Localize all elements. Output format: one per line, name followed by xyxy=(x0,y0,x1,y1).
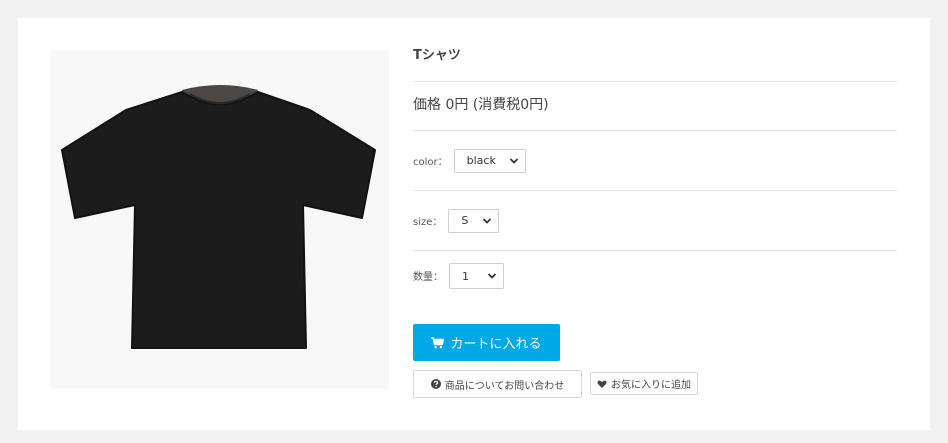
favorite-label: お気に入りに追加 xyxy=(611,380,691,391)
inquiry-label: 商品についてお問い合わせ xyxy=(444,380,565,392)
product-card: Tシャツ 価格 0円 (消費税0円) color： black size： S xyxy=(18,18,930,430)
cart-icon xyxy=(431,336,445,348)
size-select[interactable]: S xyxy=(448,208,500,233)
size-selected-value: S xyxy=(461,214,469,227)
quantity-label: 数量： xyxy=(413,272,443,283)
question-circle-icon xyxy=(430,379,441,389)
product-info: Tシャツ 価格 0円 (消費税0円) color： black size： S xyxy=(413,46,897,398)
color-select[interactable]: black xyxy=(453,148,526,173)
color-label: color： xyxy=(413,157,448,168)
color-option-row: color： black xyxy=(413,131,897,190)
color-selected-value: black xyxy=(466,154,496,167)
heart-icon xyxy=(597,380,607,388)
product-image xyxy=(50,50,389,389)
size-label: size： xyxy=(413,217,443,228)
chevron-down-icon xyxy=(483,217,492,224)
tshirt-image xyxy=(61,85,376,349)
inquiry-button[interactable]: 商品についてお問い合わせ xyxy=(413,370,582,398)
product-title: Tシャツ xyxy=(413,48,461,63)
favorite-button[interactable]: お気に入りに追加 xyxy=(590,372,698,395)
quantity-option-row: 数量： 1 xyxy=(413,251,897,289)
size-option-row: size： S xyxy=(413,191,897,250)
quantity-select[interactable]: 1 xyxy=(449,263,504,289)
chevron-down-icon xyxy=(487,273,497,279)
add-to-cart-button[interactable]: カートに入れる xyxy=(413,324,560,361)
price-text: 価格 0円 (消費税0円) xyxy=(413,97,549,113)
chevron-down-icon xyxy=(509,157,518,164)
add-to-cart-label: カートに入れる xyxy=(450,337,542,352)
quantity-selected-value: 1 xyxy=(462,269,469,283)
